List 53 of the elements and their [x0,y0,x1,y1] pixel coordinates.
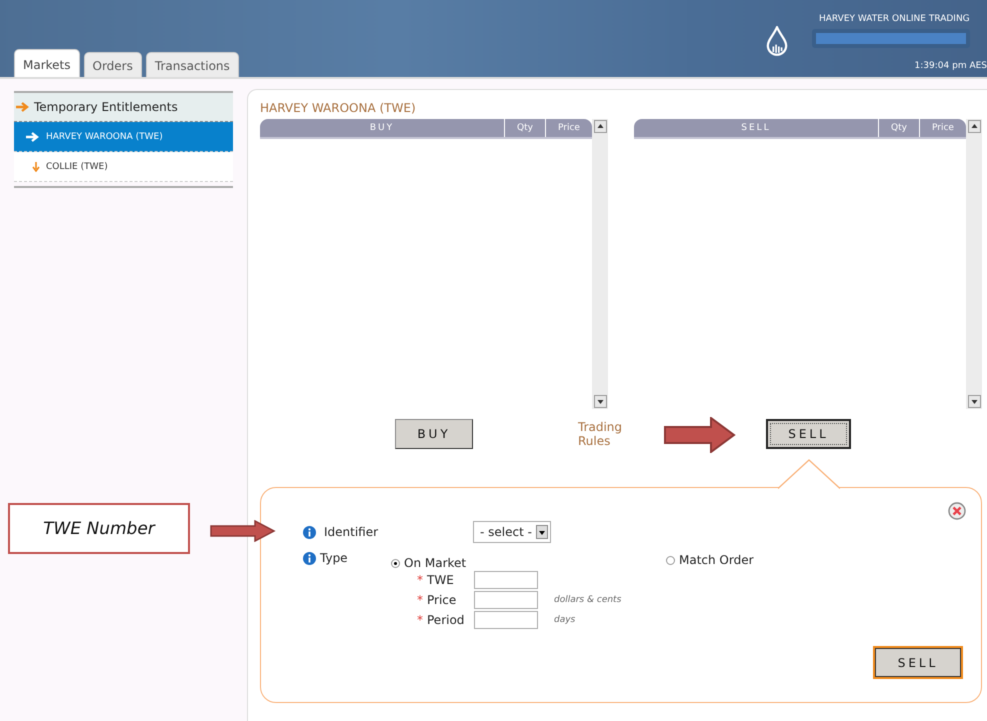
scrollbar[interactable] [592,119,608,409]
sell-button[interactable]: SELL [766,419,851,449]
sell-submit-button[interactable]: SELL [873,646,963,679]
column-header: Qty [878,119,919,137]
sidebar-item[interactable]: COLLIE (TWE) [14,152,233,182]
input-field[interactable] [474,611,538,629]
required-marker: * [417,593,424,607]
annotation-callout: TWE Number [8,503,190,554]
field-label: Period [427,613,466,627]
scroll-down-icon[interactable] [594,395,606,408]
unit-hint: dollars & cents [554,595,622,605]
info-icon[interactable] [303,526,316,538]
input-field[interactable] [474,591,538,609]
scroll-up-icon[interactable] [594,120,606,133]
column-header: SELL [740,122,772,135]
column-header: BUY [368,122,396,135]
sidebar-item[interactable]: HARVEY WAROONA (TWE) [14,122,233,152]
input-field[interactable] [474,571,538,589]
field-label: TWE [427,573,455,587]
radio-option[interactable]: On Market [391,556,666,570]
radio-button[interactable] [666,556,675,564]
trading-rules-link[interactable]: Trading Rules [578,420,658,448]
radio-button[interactable] [391,558,400,568]
radio-option[interactable]: Match Order [666,550,754,570]
close-icon[interactable] [948,502,966,520]
field-label: Identifier [324,525,378,539]
tab[interactable]: Markets [14,49,80,77]
annotation-arrow [664,417,736,453]
column-header: Qty [504,119,545,137]
required-marker: * [417,573,424,587]
tab[interactable]: Transactions [146,52,239,77]
arrow-down-icon [32,162,40,172]
option-label: Match Order [679,553,754,567]
scroll-up-icon[interactable] [968,120,980,133]
scroll-down-icon[interactable] [968,395,980,408]
field-label: Type [320,551,348,565]
market-title: HARVEY WAROONA (TWE) [260,101,417,115]
sidebar-heading[interactable]: Temporary Entitlements [14,93,233,122]
arrow-right-icon [26,132,40,142]
buy-button[interactable]: BUY [395,419,473,449]
annotation-arrow [210,520,276,542]
option-label: On Market [404,556,466,570]
identifier-dropdown[interactable]: - select - [473,521,551,543]
clock-time: 1:39:04 pm AES [914,61,987,71]
unit-hint: days [554,615,576,625]
site-title: HARVEY WATER ONLINE TRADING [819,14,970,24]
field-label: Price [427,593,458,607]
tab[interactable]: Orders [84,52,142,77]
required-marker: * [417,613,424,627]
arrow-right-icon [16,102,30,112]
water-drop-icon [766,26,788,56]
scrollbar[interactable] [966,119,982,409]
info-icon[interactable] [303,552,316,564]
